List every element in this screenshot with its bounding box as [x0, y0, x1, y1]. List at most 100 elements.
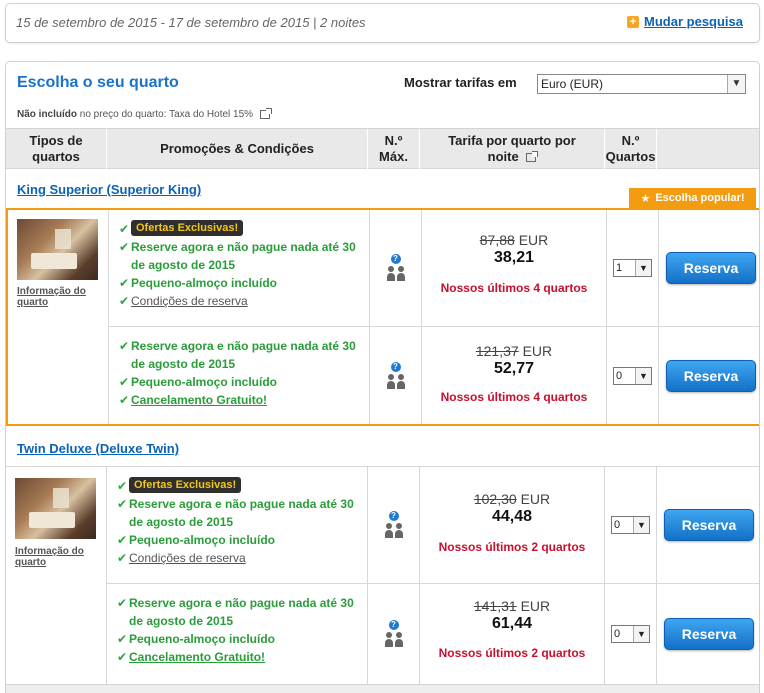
tax-not-included: Não incluído [17, 109, 77, 120]
room-info-link[interactable]: Informação do quarto [15, 546, 105, 568]
room-quantity-select[interactable]: 0 ▼ [611, 625, 650, 643]
promo-line: ✔ Cancelamento Gratuito! [119, 391, 365, 409]
max-guests-cell: ? [368, 584, 420, 684]
external-link-icon[interactable] [526, 151, 539, 163]
promo-line: ✔ Pequeno-almoço incluído [117, 630, 363, 648]
action-cell: Reserva [657, 584, 759, 684]
col-max: N.º Máx. [368, 129, 420, 169]
check-icon: ✔ [119, 276, 130, 290]
scarcity-message: Nossos últimos 2 quartos [438, 540, 586, 554]
room-title-king-superior[interactable]: King Superior (Superior King) [17, 182, 201, 197]
panel-title: Escolha o seu quarto [17, 74, 179, 91]
room-title-twin-deluxe[interactable]: Twin Deluxe (Deluxe Twin) [17, 441, 179, 456]
check-icon: ✔ [117, 479, 128, 493]
booking-conditions-link[interactable]: Condições de reserva [129, 549, 246, 567]
max-guests-cell: ? [370, 327, 422, 424]
promo-line: ✔ Cancelamento Gratuito! [117, 648, 363, 666]
col-room-types: Tipos de quartos [6, 129, 107, 169]
reserve-button[interactable]: Reserva [664, 509, 754, 541]
col-rate-label: Tarifa por quarto por noite [442, 133, 582, 165]
currency-select[interactable]: Euro (EUR) ▼ [537, 74, 746, 94]
free-cancellation-link[interactable]: Cancelamento Gratuito! [131, 391, 267, 409]
tax-note: Não incluído no preço do quarto: Taxa do… [17, 107, 272, 120]
room-image-column: Informação do quarto [8, 210, 109, 424]
chevron-down-icon[interactable]: ▼ [635, 367, 651, 384]
table-header: Tipos de quartos Promoções & Condições N… [6, 128, 759, 169]
promotions-cell: ✔ Ofertas Exclusivas! ✔ Reserve agora e nã… [107, 467, 368, 583]
breakfast-text: Pequeno-almoço incluído [129, 533, 276, 547]
promo-line: ✔ Ofertas Exclusivas! [119, 220, 365, 238]
currency-code: EUR [518, 232, 549, 248]
free-cancellation-link[interactable]: Cancelamento Gratuito! [129, 648, 265, 666]
check-icon: ✔ [117, 650, 128, 664]
two-guests-icon[interactable]: ? [383, 620, 405, 648]
room-quantity-select[interactable]: 1 ▼ [613, 259, 652, 277]
promo-line: ✔ Ofertas Exclusivas! [117, 477, 363, 495]
two-guests-icon[interactable]: ? [385, 254, 407, 282]
original-price-value: 102,30 [473, 491, 517, 507]
original-price-value: 141,31 [473, 598, 517, 614]
promo-line: ✔ Condições de reserva [119, 292, 365, 310]
room-quantity-select[interactable]: 0 ▼ [613, 366, 652, 385]
check-icon: ✔ [117, 497, 128, 511]
booking-conditions-link[interactable]: Condições de reserva [131, 292, 248, 310]
discounted-price: 38,21 [493, 249, 535, 266]
check-icon: ✔ [119, 339, 130, 353]
external-link-icon[interactable] [259, 107, 272, 119]
star-icon: ★ [640, 192, 651, 205]
room-block-twin-deluxe: Informação do quarto ✔ Ofertas Exclusivas… [6, 466, 759, 685]
promo-line: ✔ Pequeno-almoço incluído [119, 373, 365, 391]
quantity-cell: 0 ▼ [605, 467, 657, 583]
exclusive-offer-badge: Ofertas Exclusivas! [131, 220, 244, 236]
breakfast-text: Pequeno-almoço incluído [131, 375, 278, 389]
room-photo[interactable] [17, 219, 98, 280]
col-promotions-label: Promoções & Condições [160, 141, 314, 156]
room-selection-panel: Escolha o seu quarto Mostrar tarifas em … [5, 61, 760, 693]
room-quantity-select[interactable]: 0 ▼ [611, 516, 650, 534]
quantity-value: 0 [614, 628, 621, 640]
room-info-link[interactable]: Informação do quarto [17, 286, 107, 308]
chevron-down-icon[interactable]: ▼ [633, 517, 649, 533]
pay-later-text: Reserve agora e não pague nada até 30 de… [129, 497, 354, 529]
discounted-price: 61,44 [491, 615, 533, 632]
change-search[interactable]: + Mudar pesquisa [627, 14, 743, 29]
quantity-value: 0 [614, 519, 621, 531]
action-cell: Reserva [659, 210, 759, 326]
check-icon: ✔ [119, 375, 130, 389]
two-guests-icon[interactable]: ? [383, 511, 405, 539]
currency-code: EUR [522, 343, 553, 359]
check-icon: ✔ [119, 240, 130, 254]
two-guests-icon[interactable]: ? [385, 361, 407, 390]
promotions-cell: ✔ Reserve agora e não pague nada até 30 d… [109, 327, 370, 424]
pay-later-text: Reserve agora e não pague nada até 30 de… [131, 240, 356, 272]
reserve-button[interactable]: Reserva [666, 252, 756, 284]
action-cell: Reserva [657, 467, 759, 583]
room-photo[interactable] [15, 478, 96, 539]
check-icon: ✔ [119, 222, 130, 236]
rate-option-row: ✔ Ofertas Exclusivas! ✔ Reserve agora e nã… [109, 210, 759, 327]
breakfast-text: Pequeno-almoço incluído [131, 276, 278, 290]
exclusive-offer-badge: Ofertas Exclusivas! [129, 477, 242, 493]
rate-cell: 102,30 EUR 44,48 Nossos últimos 2 quarto… [420, 467, 605, 583]
breakfast-text: Pequeno-almoço incluído [129, 632, 276, 646]
chevron-down-icon[interactable]: ▼ [635, 260, 651, 276]
rate-option-row: ✔ Ofertas Exclusivas! ✔ Reserve agora e nã… [107, 467, 759, 584]
plus-icon[interactable]: + [627, 15, 640, 28]
chevron-down-icon[interactable]: ▼ [633, 626, 649, 642]
room-block-king-superior: Informação do quarto ✔ Ofertas Exclusivas… [6, 208, 759, 426]
reserve-button[interactable]: Reserva [664, 618, 754, 650]
promo-line: ✔ Reserve agora e não pague nada até 30 d… [119, 337, 365, 373]
check-icon: ✔ [117, 596, 128, 610]
check-icon: ✔ [117, 632, 128, 646]
promo-line: ✔ Pequeno-almoço incluído [119, 274, 365, 292]
change-search-link[interactable]: Mudar pesquisa [644, 14, 743, 29]
discounted-price: 44,48 [491, 508, 533, 525]
chevron-down-icon[interactable]: ▼ [727, 75, 745, 93]
rate-option-row: ✔ Reserve agora e não pague nada até 30 d… [107, 584, 759, 684]
max-guests-cell: ? [368, 467, 420, 583]
reserve-button[interactable]: Reserva [666, 359, 756, 392]
scarcity-message: Nossos últimos 2 quartos [438, 646, 586, 660]
promo-line: ✔ Reserve agora e não pague nada até 30 d… [117, 495, 363, 531]
popular-choice-badge: ★ Escolha popular! [629, 188, 756, 208]
promo-line: ✔ Reserve agora e não pague nada até 30 d… [119, 238, 365, 274]
